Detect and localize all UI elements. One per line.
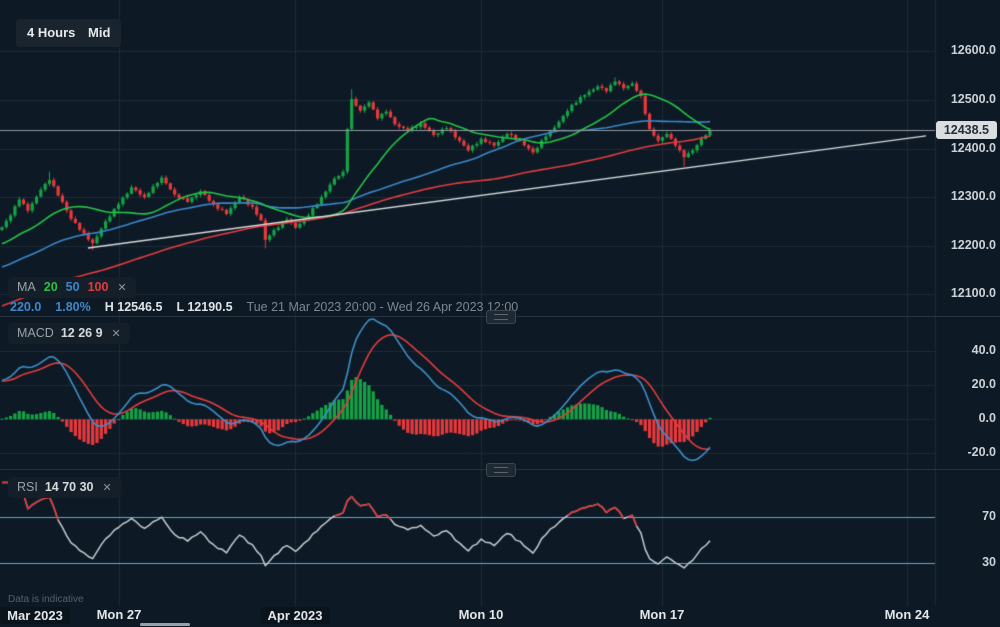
price-axis-label: 12600.0: [951, 43, 996, 57]
time-axis-label: Mon 24: [885, 607, 930, 622]
rsi-close-icon[interactable]: ✕: [103, 482, 112, 494]
ma-indicator-legend: MA 20 50 100 ✕: [8, 277, 136, 298]
trading-chart-window: 4 Hours Mid MA 20 50 100 ✕ 220.0 1.80% H 12546…: [0, 0, 1000, 627]
rsi-axis-label: 30: [982, 555, 996, 569]
visible-date-range: Tue 21 Mar 2023 20:00 - Wed 26 Apr 2023 …: [247, 300, 519, 314]
price-axis-label: 12100.0: [951, 286, 996, 300]
timeframe-label: 4 Hours: [27, 25, 75, 40]
price-type-button[interactable]: Mid: [77, 19, 121, 47]
price-axis-label: 12200.0: [951, 238, 996, 252]
rsi-indicator-name: RSI: [17, 480, 38, 494]
high-value: H 12546.5: [105, 300, 163, 314]
macd-axis-label: -20.0: [968, 445, 997, 459]
macd-indicator-name: MACD: [17, 326, 54, 340]
macd-params: 12 26 9: [61, 326, 103, 340]
macd-close-icon[interactable]: ✕: [112, 328, 121, 340]
time-axis-label: Mon 17: [640, 607, 685, 622]
price-axis-label: 12400.0: [951, 141, 996, 155]
time-axis-label: Mar 2023: [0, 607, 70, 624]
ma-indicator-name: MA: [17, 280, 36, 294]
rsi-axis-label: 70: [982, 509, 996, 523]
ma-period-50: 50: [66, 280, 80, 294]
ma-period-100: 100: [88, 280, 109, 294]
macd-panel-resize-grip[interactable]: [486, 310, 516, 324]
macd-axis-label: 20.0: [972, 377, 996, 391]
price-stats-row: 220.0 1.80% H 12546.5 L 12190.5 Tue 21 Mar 2…: [10, 300, 518, 314]
price-type-label: Mid: [88, 25, 110, 40]
timeframe-button[interactable]: 4 Hours: [16, 19, 86, 47]
ma-close-icon[interactable]: ✕: [117, 282, 126, 294]
rsi-params: 14 70 30: [45, 480, 94, 494]
rsi-indicator-legend: RSI 14 70 30 ✕: [8, 477, 121, 498]
change-percent: 1.80%: [55, 300, 90, 314]
macd-axis-label: 0.0: [979, 411, 996, 425]
ma-period-20: 20: [44, 280, 58, 294]
price-axis-label: 12300.0: [951, 189, 996, 203]
price-axis-label: 12500.0: [951, 92, 996, 106]
rsi-panel-resize-grip[interactable]: [486, 463, 516, 477]
macd-indicator-legend: MACD 12 26 9 ✕: [8, 323, 130, 344]
change-points: 220.0: [10, 300, 41, 314]
disclaimer-text: Data is indicative: [8, 594, 84, 605]
time-axis-label: Mon 27: [97, 607, 142, 622]
macd-axis-label: 40.0: [972, 343, 996, 357]
time-axis-label: Apr 2023: [261, 607, 330, 624]
horizontal-scrollbar-thumb[interactable]: [140, 623, 190, 626]
current-price-tag: 12438.5: [936, 121, 997, 139]
time-axis-label: Mon 10: [459, 607, 504, 622]
low-value: L 12190.5: [176, 300, 232, 314]
